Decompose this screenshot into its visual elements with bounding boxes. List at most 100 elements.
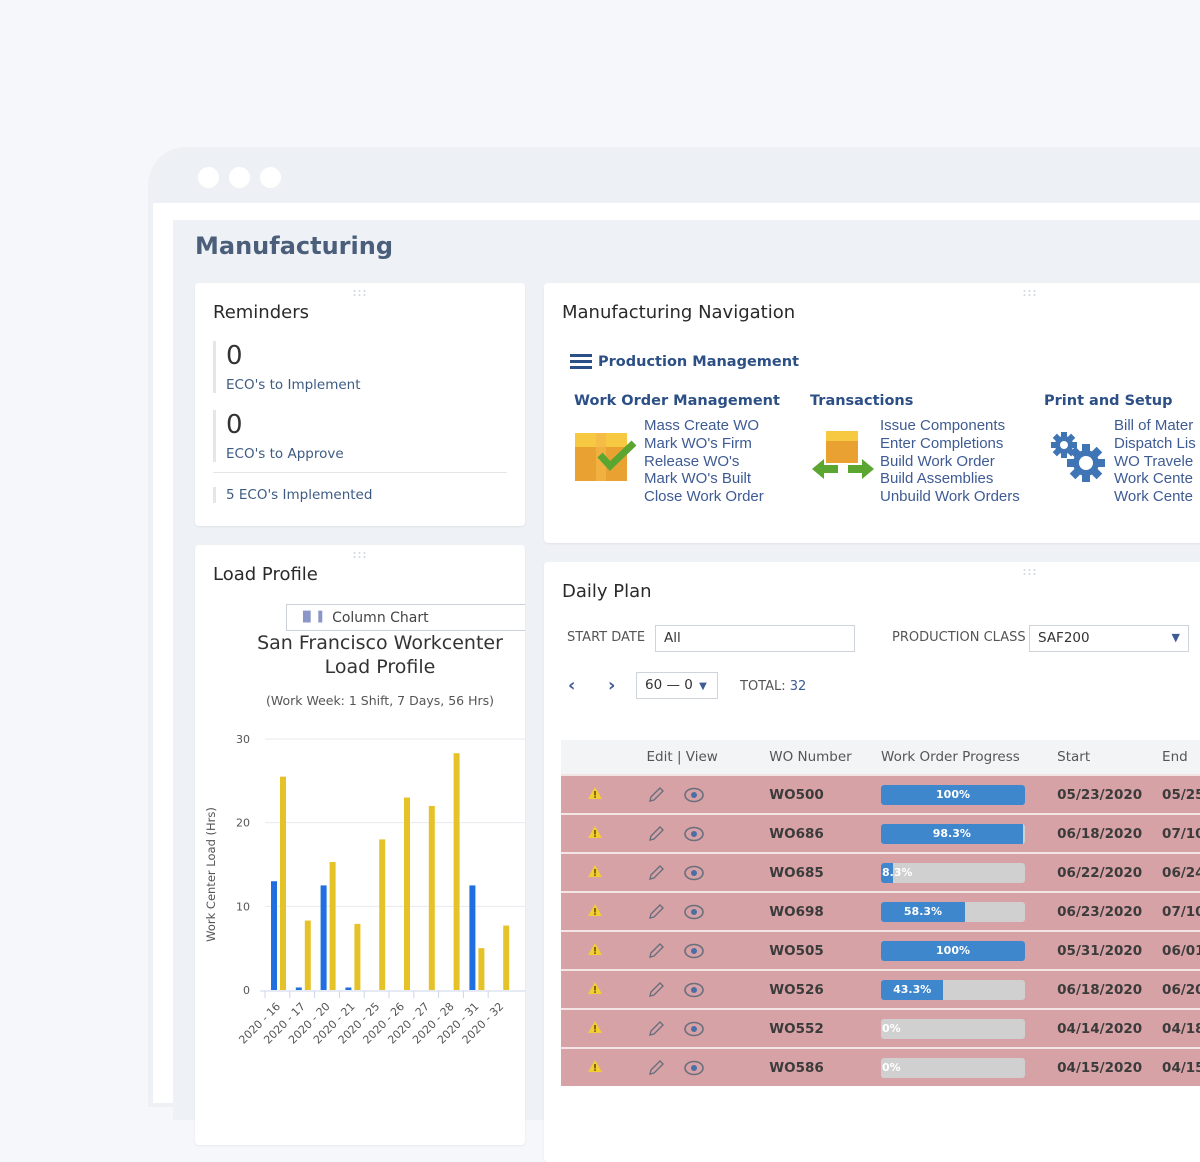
production-class-value: SAF200 xyxy=(1038,630,1090,646)
eye-icon[interactable] xyxy=(683,825,705,843)
bar-series-2 xyxy=(478,948,485,990)
table-row[interactable]: WO526 43.3% 06/18/2020 06/20 xyxy=(561,969,1200,1008)
chart-type-select[interactable]: ▐▌▐ Column Chart ▼ xyxy=(286,604,525,631)
window-dot-maximize[interactable] xyxy=(260,167,281,188)
progress-label: 0% xyxy=(882,1021,901,1035)
table-row[interactable]: WO686 98.3% 06/18/2020 07/10 xyxy=(561,813,1200,852)
start-date: 06/18/2020 xyxy=(1057,981,1143,998)
production-class-label: PRODUCTION CLASS xyxy=(892,630,1026,645)
wo-number: WO552 xyxy=(769,1020,824,1037)
nav-link[interactable]: Work Cente xyxy=(1114,470,1196,488)
nav-link[interactable]: Mark WO's Firm xyxy=(644,435,764,453)
window-dot-minimize[interactable] xyxy=(229,167,250,188)
pencil-icon[interactable] xyxy=(647,786,665,804)
nav-link[interactable]: Build Work Order xyxy=(880,453,1020,471)
eye-icon[interactable] xyxy=(683,864,705,882)
progress-label: 100% xyxy=(936,943,971,957)
pencil-icon[interactable] xyxy=(647,1020,665,1038)
table-row[interactable]: WO505 100% 05/31/2020 06/01 xyxy=(561,930,1200,969)
start-date-input[interactable]: All xyxy=(655,625,855,652)
nav-link[interactable]: Mark WO's Built xyxy=(644,470,764,488)
daily-plan-card: Daily Plan START DATE All PRODUCTION CLA… xyxy=(544,562,1200,1162)
nav-group-heading: Transactions xyxy=(810,393,914,409)
nav-link[interactable]: Bill of Mater xyxy=(1114,417,1196,435)
column-header-start[interactable]: Start xyxy=(1057,749,1162,765)
production-management-label: Production Management xyxy=(598,354,800,370)
chart-type-value: Column Chart xyxy=(332,609,429,626)
total-value: 32 xyxy=(789,679,807,694)
nav-link[interactable]: Enter Completions xyxy=(880,435,1020,453)
start-date: 06/22/2020 xyxy=(1057,864,1143,881)
window-dot-close[interactable] xyxy=(198,167,219,188)
start-date: 04/14/2020 xyxy=(1057,1020,1143,1037)
nav-link[interactable]: Mass Create WO xyxy=(644,417,764,435)
drag-handle[interactable] xyxy=(1022,568,1038,576)
reminder-label[interactable]: ECO's to Approve xyxy=(226,446,344,462)
table-row[interactable]: WO552 0% 04/14/2020 04/18 xyxy=(561,1008,1200,1047)
eye-icon[interactable] xyxy=(683,903,705,921)
progress-bar: 100% xyxy=(881,940,1026,961)
nav-group-work-order-management: Work Order Management Mass Create WO Mar… xyxy=(569,393,780,506)
table-header: Edit | View WO Number Work Order Progres… xyxy=(561,740,1200,774)
start-date: 04/15/2020 xyxy=(1057,1059,1143,1076)
reminder-eco-implemented[interactable]: 5 ECO's Implemented xyxy=(213,487,372,503)
nav-group-heading: Print and Setup xyxy=(1044,393,1173,409)
column-header-wo-number[interactable]: WO Number xyxy=(769,749,881,765)
pencil-icon[interactable] xyxy=(647,864,665,882)
bar-series-2 xyxy=(354,923,361,990)
nav-link[interactable]: Work Cente xyxy=(1114,488,1196,506)
eye-icon[interactable] xyxy=(683,1020,705,1038)
drag-handle[interactable] xyxy=(352,289,368,297)
end-date: 07/10 xyxy=(1162,825,1200,842)
nav-link[interactable]: Unbuild Work Orders xyxy=(880,488,1020,506)
reminder-label[interactable]: ECO's to Implement xyxy=(226,377,361,393)
y-tick-label: 20 xyxy=(236,817,250,830)
reminder-eco-approve[interactable]: 0 ECO's to Approve xyxy=(213,410,344,462)
page-range-select[interactable]: 60 — 0 ▼ xyxy=(636,672,718,699)
nav-link[interactable]: Issue Components xyxy=(880,417,1020,435)
reminder-eco-implement[interactable]: 0 ECO's to Implement xyxy=(213,341,361,393)
nav-link[interactable]: Close Work Order xyxy=(644,488,764,506)
production-class-select[interactable]: SAF200 ▼ xyxy=(1029,625,1189,652)
pencil-icon[interactable] xyxy=(647,981,665,999)
column-header-progress[interactable]: Work Order Progress xyxy=(881,749,1057,765)
pencil-icon[interactable] xyxy=(647,825,665,843)
warning-icon xyxy=(588,864,602,877)
nav-link[interactable]: Build Assemblies xyxy=(880,470,1020,488)
eye-icon[interactable] xyxy=(683,942,705,960)
reminder-label[interactable]: 5 ECO's Implemented xyxy=(226,487,372,503)
nav-link[interactable]: Dispatch Lis xyxy=(1114,435,1196,453)
gears-icon xyxy=(1039,417,1114,492)
table-row[interactable]: WO500 100% 05/23/2020 05/25 xyxy=(561,774,1200,813)
bar-series-1 xyxy=(320,885,327,990)
column-header-end[interactable]: End xyxy=(1162,749,1200,765)
wo-number: WO586 xyxy=(769,1059,824,1076)
chevron-down-icon: ▼ xyxy=(699,681,707,692)
table-row[interactable]: WO685 8.3% 06/22/2020 06/24 xyxy=(561,852,1200,891)
production-management-header[interactable]: Production Management xyxy=(570,354,799,370)
navigation-title: Manufacturing Navigation xyxy=(562,302,796,323)
prev-page-button[interactable]: ‹ xyxy=(568,675,575,696)
wo-number: WO685 xyxy=(769,864,824,881)
wo-number: WO505 xyxy=(769,942,824,959)
nav-link[interactable]: WO Travele xyxy=(1114,453,1196,471)
end-date: 06/20 xyxy=(1162,981,1200,998)
next-page-button[interactable]: › xyxy=(608,675,615,696)
pencil-icon[interactable] xyxy=(647,942,665,960)
table-row[interactable]: WO698 58.3% 06/23/2020 07/10 xyxy=(561,891,1200,930)
eye-icon[interactable] xyxy=(683,1059,705,1077)
drag-handle[interactable] xyxy=(352,551,368,559)
progress-bar: 8.3% xyxy=(881,862,1026,883)
pencil-icon[interactable] xyxy=(647,903,665,921)
pencil-icon[interactable] xyxy=(647,1059,665,1077)
bar-series-1 xyxy=(295,987,302,990)
eye-icon[interactable] xyxy=(683,981,705,999)
drag-handle[interactable] xyxy=(1022,289,1038,297)
eye-icon[interactable] xyxy=(683,786,705,804)
table-row[interactable]: WO586 0% 04/15/2020 04/15 xyxy=(561,1047,1200,1086)
y-tick-label: 30 xyxy=(236,733,250,746)
reminders-title: Reminders xyxy=(213,302,309,323)
nav-link[interactable]: Release WO's xyxy=(644,453,764,471)
y-axis-label: Work Center Load (Hrs) xyxy=(204,807,218,942)
end-date: 04/18 xyxy=(1162,1020,1200,1037)
